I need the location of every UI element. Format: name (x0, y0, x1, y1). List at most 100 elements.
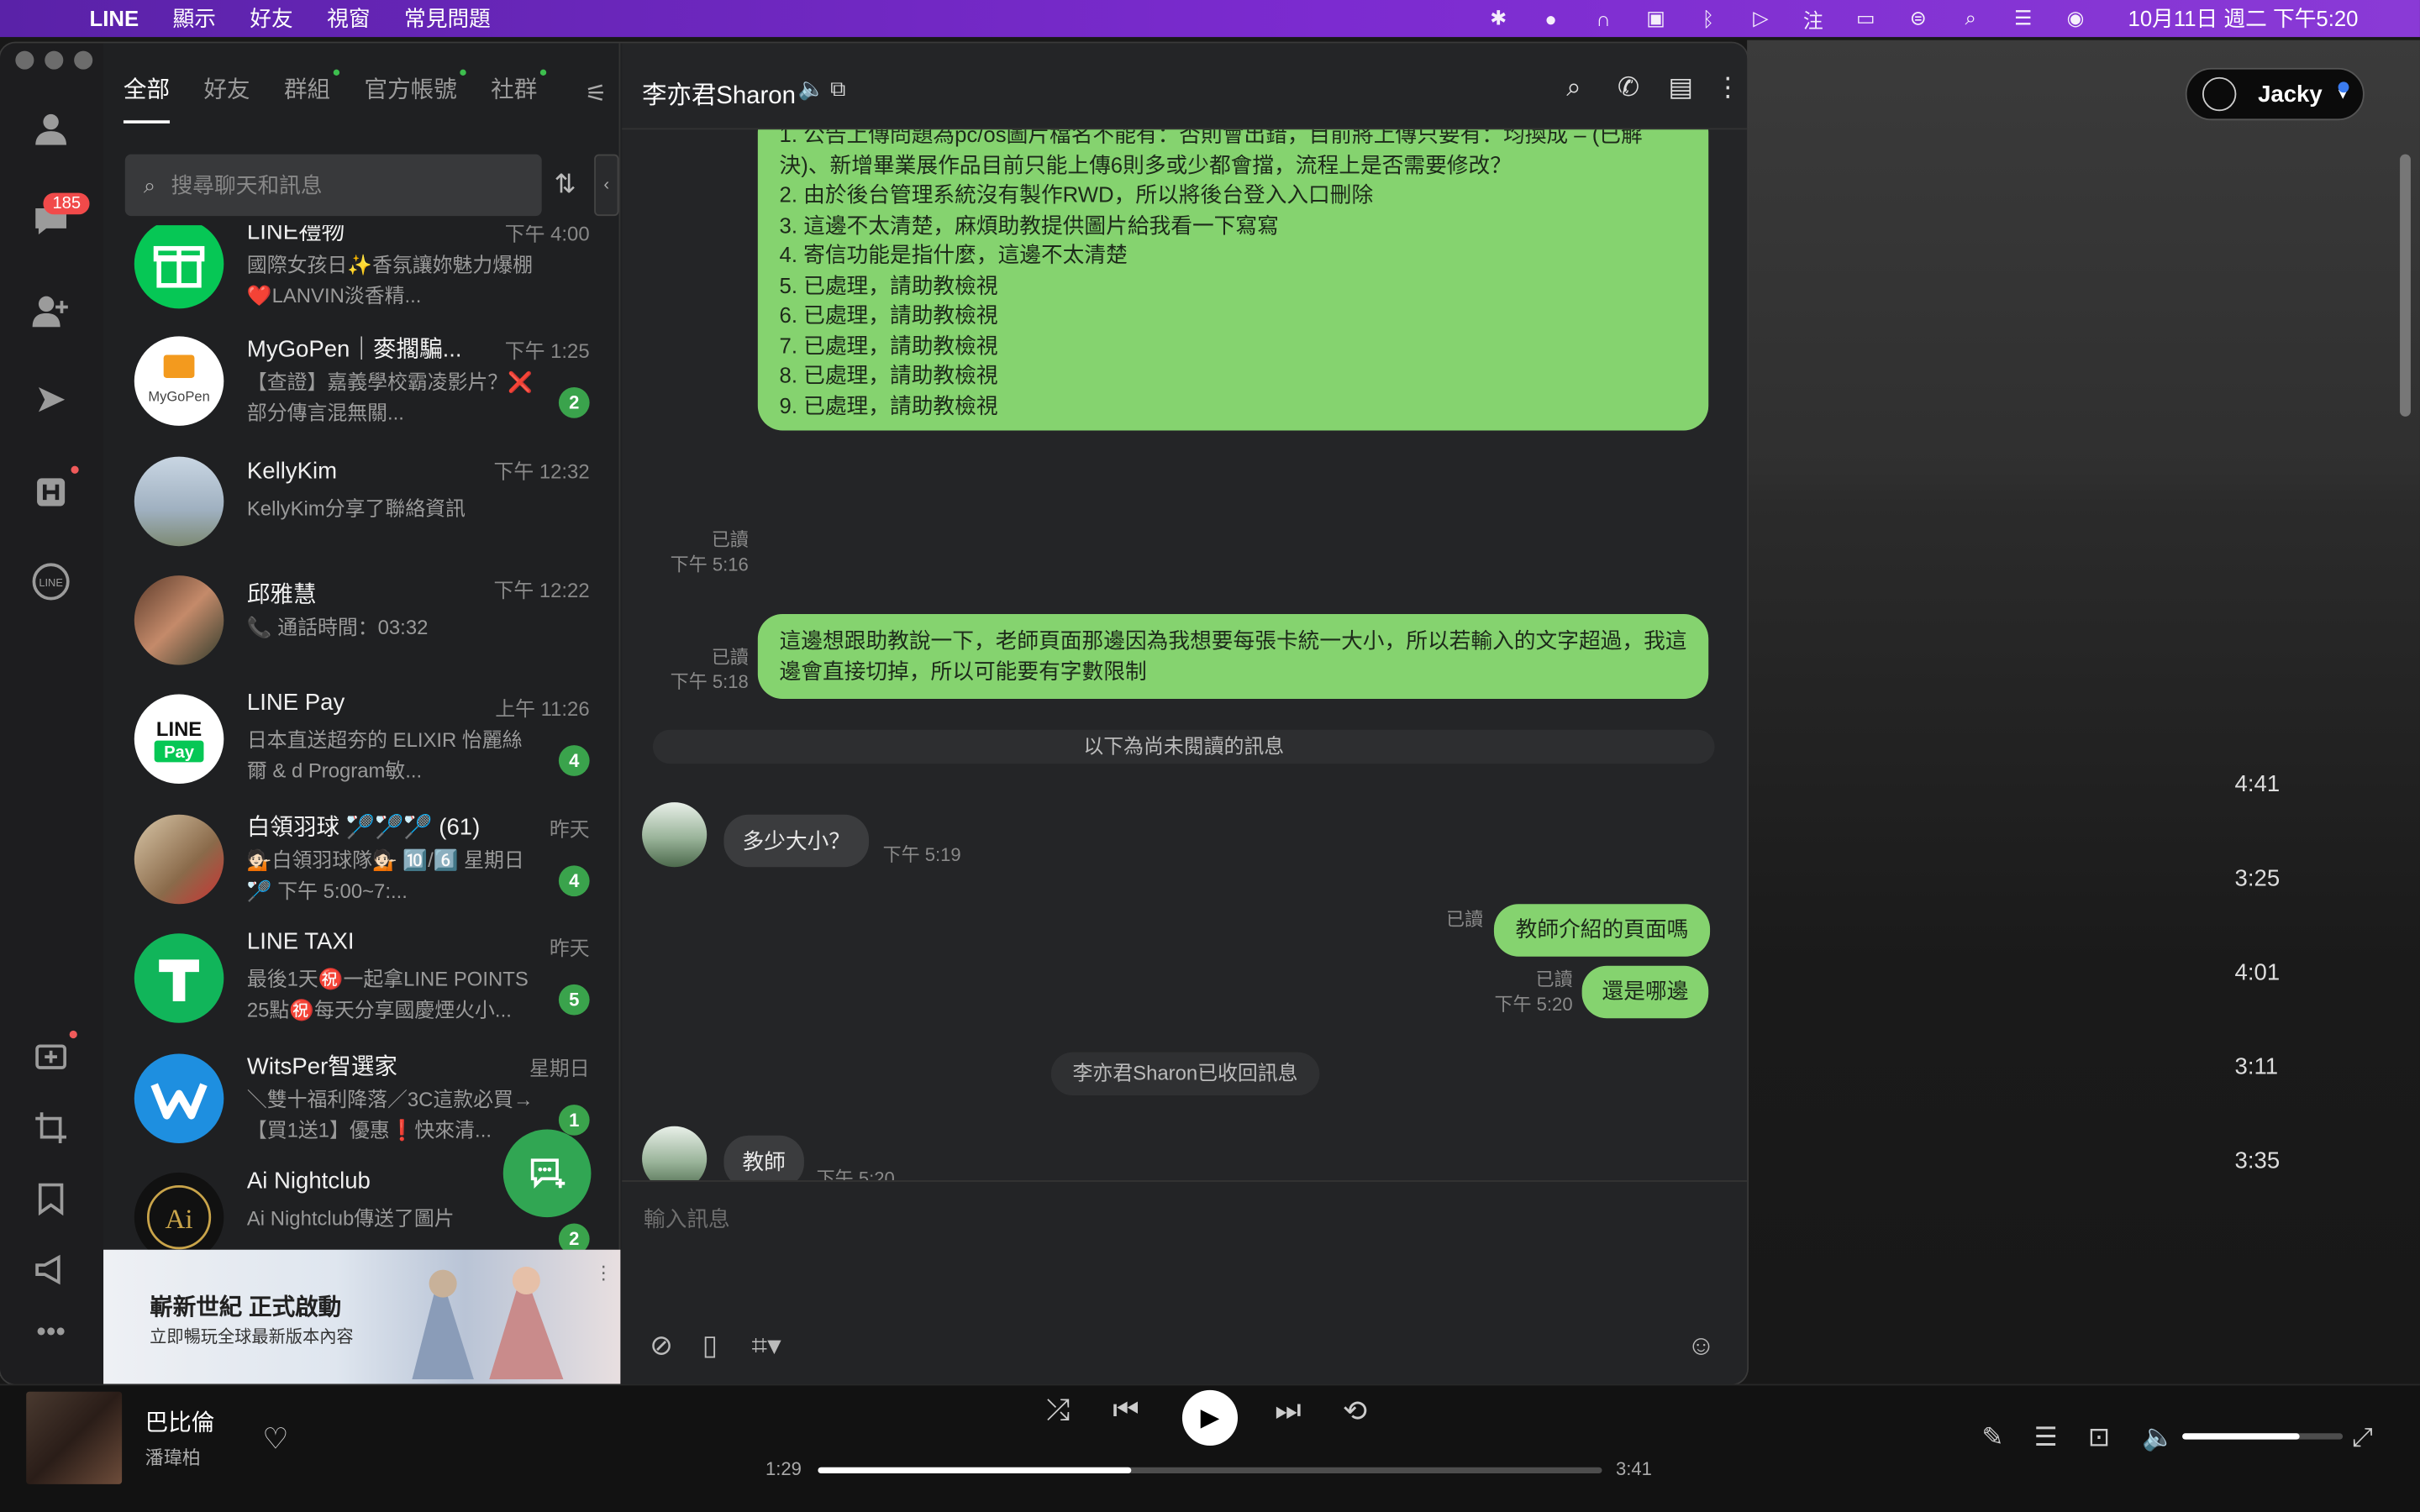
tab-all[interactable]: 全部 (123, 72, 171, 123)
volume-slider[interactable] (2182, 1433, 2344, 1440)
incoming-message-bubble[interactable]: 教師 (723, 1135, 804, 1181)
filter-settings-icon[interactable]: ⚟ (585, 79, 607, 110)
attach-file-icon[interactable]: ⊘ (650, 1330, 673, 1362)
scrollbar[interactable] (2400, 154, 2411, 417)
openchat-icon[interactable] (28, 469, 74, 515)
play-button[interactable]: ▶ (1181, 1389, 1239, 1446)
svg-text:MyGoPen: MyGoPen (148, 389, 209, 405)
like-heart-icon[interactable]: ♡ (262, 1422, 288, 1457)
previous-track-icon[interactable]: ⏮ (1113, 1394, 1139, 1428)
chat-name: LINE禮物 (246, 225, 345, 246)
lyrics-icon[interactable]: ✎ (1981, 1422, 2003, 1453)
outgoing-message-bubble[interactable]: 這邊想跟助教說一下，老師頁面那邊因為我想要每張卡統一大小，所以若輸入的文字超過，… (757, 614, 1709, 700)
svg-text:Pay: Pay (164, 743, 195, 762)
conversation-title[interactable]: 李亦君Sharon (642, 74, 796, 111)
message-input[interactable]: 輸入訊息 (644, 1204, 730, 1235)
line-official-icon[interactable]: LINE (28, 559, 74, 605)
headphones-icon[interactable]: ∩ (1588, 3, 1619, 34)
search-input[interactable]: ⌕ 搜尋聊天和訊息 (124, 154, 542, 217)
contact-avatar[interactable] (642, 1126, 708, 1181)
line-voom-icon[interactable] (28, 376, 74, 423)
new-chat-button[interactable] (502, 1129, 592, 1218)
minimize-window-button[interactable] (45, 50, 64, 70)
message-composer[interactable]: 輸入訊息 ⊘ ▯ ⌗▾ ☺ (622, 1180, 1748, 1384)
input-method-icon[interactable]: 注 (1797, 3, 1828, 34)
contact-avatar[interactable] (642, 802, 708, 868)
chat-list-item[interactable]: 邱雅慧 下午 12:22 📞 通話時間：03:32 (103, 560, 620, 679)
battery-icon[interactable]: ▭ (1850, 3, 1881, 34)
phone-call-icon[interactable]: ✆ (1618, 72, 1639, 103)
open-external-icon[interactable]: ⧉ (830, 76, 845, 102)
repeat-icon[interactable]: ⟲ (1343, 1394, 1367, 1430)
sort-icon[interactable]: ⇅ (554, 170, 576, 201)
menubar-clock[interactable]: 10月11日 週二 下午5:20 (2128, 3, 2359, 34)
emoji-icon[interactable]: ☺ (1687, 1330, 1716, 1362)
outgoing-message-bubble[interactable]: 1. 公告上傳問題為pc/os圖片檔名不能有：否則會出錯，目前將上傳只要有：均換… (757, 129, 1709, 431)
tray-app-icon[interactable]: ✱ (1483, 3, 1514, 34)
zoom-window-button[interactable] (74, 50, 93, 70)
chat-list-item[interactable]: MyGoPen MyGoPen｜麥擱騙... 下午 1:25 【查證】嘉義學校霸… (103, 321, 620, 439)
next-track-icon[interactable]: ⏭ (1275, 1394, 1301, 1428)
shuffle-icon[interactable]: ⤮ (1046, 1394, 1070, 1428)
chat-list-item[interactable]: 白領羽球 🏸🏸🏸 (61) 昨天 💁🏻白領羽球隊💁🏻 🔟/6️⃣ 星期日🏸 下午… (103, 799, 620, 917)
friends-icon[interactable] (28, 105, 74, 151)
spotlight-icon[interactable]: ⌕ (1955, 3, 1986, 34)
menu-view[interactable]: 顯示 (173, 3, 216, 34)
tray-c-icon[interactable]: ▣ (1640, 3, 1671, 34)
mute-speaker-icon[interactable]: 🔈 (798, 76, 825, 102)
collapse-panel-button[interactable]: ‹ (594, 154, 619, 217)
song-artist[interactable]: 潘瑋柏 (145, 1444, 201, 1470)
screenshot-icon[interactable] (28, 1105, 74, 1151)
song-title[interactable]: 巴比倫 (145, 1405, 215, 1438)
volume-icon[interactable]: 🔈 (2142, 1422, 2175, 1453)
chat-list-item[interactable]: LINE TAXI 昨天 最後1天㊗️一起拿LINE POINTS 25點㊗️每… (103, 918, 620, 1037)
notification-dot (71, 465, 79, 474)
chat-time: 下午 12:32 (493, 459, 590, 483)
chat-preview: KellyKim分享了聯絡資訊 (246, 496, 466, 520)
tab-groups[interactable]: 群組 (284, 69, 340, 123)
keep-icon[interactable]: ▯ (702, 1330, 718, 1362)
user-menu-button[interactable]: Jacky ▼ (2185, 67, 2365, 121)
chat-list-item[interactable]: LINE禮物 下午 4:00 國際女孩日✨香氛讓妳魅力爆棚❤️LANVIN淡香精… (103, 225, 620, 323)
chat-list-item[interactable]: KellyKim 下午 12:32 KellyKim分享了聯絡資訊 (103, 441, 620, 559)
add-friend-icon[interactable] (28, 287, 74, 333)
keep-bookmark-icon[interactable] (28, 1176, 74, 1222)
menu-window[interactable]: 視窗 (327, 3, 370, 34)
link-icon[interactable]: ⊜ (1902, 3, 1933, 34)
chat-list-item[interactable]: LINE Pay LINE Pay 上午 11:26 日本直送超夯的 ELIXIR… (103, 679, 620, 797)
line-tray-icon[interactable]: ● (1535, 3, 1566, 34)
tab-community[interactable]: 社群 (491, 69, 547, 123)
menu-app-line[interactable]: LINE (90, 6, 139, 30)
queue-icon[interactable]: ☰ (2034, 1422, 2058, 1453)
more-options-icon[interactable]: ⋮ (1715, 72, 1741, 103)
play-tray-icon[interactable]: ▷ (1745, 3, 1776, 34)
menu-friends[interactable]: 好友 (250, 3, 292, 34)
album-cover-image[interactable] (26, 1391, 123, 1484)
search-icon[interactable]: ⌕ (1566, 72, 1581, 103)
announcement-icon[interactable] (28, 1247, 74, 1293)
connect-device-icon[interactable]: ⊡ (2088, 1422, 2110, 1453)
siri-icon[interactable]: ◉ (2060, 3, 2091, 34)
line-window: 185 LINE ••• 全部 好友 群組 官方帳號 社群 ⚟ ⌕ 搜尋聊天和訊… (0, 43, 1748, 1384)
incoming-message-bubble[interactable]: 多少大小？ (723, 814, 870, 868)
ad-menu-icon[interactable]: ⋮ (594, 1262, 613, 1284)
tab-friends[interactable]: 好友 (203, 72, 250, 123)
ad-banner[interactable]: 嶄新世紀 正式啟動 立即暢玩全球最新版本內容 ⋮ (103, 1249, 621, 1384)
unread-badge: 4 (558, 745, 590, 776)
outgoing-message-bubble[interactable]: 還是哪邊 (1581, 965, 1709, 1018)
close-window-button[interactable] (15, 50, 34, 70)
control-center-icon[interactable]: ☰ (2007, 3, 2039, 34)
message-list[interactable]: 已讀 下午 5:16 1. 公告上傳問題為pc/os圖片檔名不能有：否則會出錯，… (622, 129, 1747, 1181)
fullscreen-icon[interactable]: ⤢ (2352, 1422, 2373, 1453)
screenshot-tool-icon[interactable]: ⌗▾ (751, 1330, 781, 1362)
chat-list[interactable]: LINE禮物 下午 4:00 國際女孩日✨香氛讓妳魅力爆棚❤️LANVIN淡香精… (103, 225, 620, 1250)
outgoing-message-bubble[interactable]: 教師介紹的頁面嗎 (1493, 904, 1711, 956)
playback-progress-slider[interactable] (818, 1467, 1602, 1474)
notes-icon[interactable]: ▤ (1668, 72, 1693, 103)
menu-faq[interactable]: 常見問題 (404, 3, 491, 34)
message-time: 下午 5:20 (816, 1168, 895, 1181)
bluetooth-icon[interactable]: ᛒ (1693, 3, 1724, 34)
tab-official[interactable]: 官方帳號 (365, 69, 466, 123)
video-call-icon[interactable] (28, 1034, 74, 1080)
more-icon[interactable]: ••• (28, 1309, 74, 1355)
